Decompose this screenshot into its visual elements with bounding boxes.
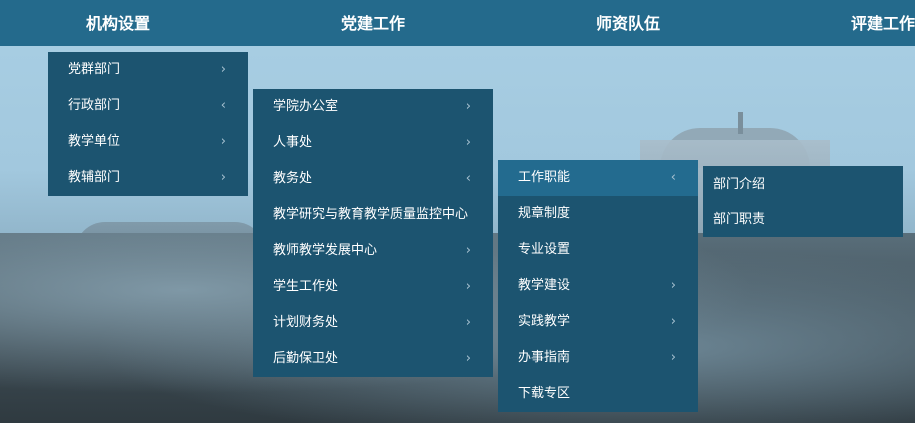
- menu-item-support-departments[interactable]: 教辅部门 ›: [48, 160, 248, 196]
- menu-item-label: 专业设置: [518, 242, 571, 257]
- chevron-right-icon: ›: [670, 278, 676, 293]
- menu-item-label: 后勤保卫处: [273, 351, 339, 366]
- menu-item-label: 教务处: [273, 171, 313, 186]
- menu-item-label: 教辅部门: [68, 170, 121, 185]
- menu-item-work-functions[interactable]: 工作职能 ‹: [498, 160, 698, 196]
- chevron-right-icon: ›: [670, 350, 676, 365]
- menu-item-label: 教学单位: [68, 134, 121, 149]
- chevron-right-icon: ›: [465, 99, 471, 114]
- menu-item-label: 教师教学发展中心: [273, 243, 378, 258]
- nav-item-party-building[interactable]: 党建工作: [341, 0, 405, 46]
- menu-item-label: 人事处: [273, 135, 313, 150]
- menu-item-college-office[interactable]: 学院办公室 ›: [253, 89, 493, 125]
- chevron-right-icon: ›: [465, 315, 471, 330]
- nav-item-faculty[interactable]: 师资队伍: [596, 0, 660, 46]
- menu-item-party-departments[interactable]: 党群部门 ›: [48, 52, 248, 88]
- menu-item-regulations[interactable]: 规章制度: [498, 196, 698, 232]
- chevron-right-icon: ›: [220, 170, 226, 185]
- menu-item-department-intro[interactable]: 部门介绍: [703, 166, 903, 201]
- menu-item-teaching-units[interactable]: 教学单位 ›: [48, 124, 248, 160]
- menu-item-label: 教学研究与教育教学质量监控中心: [273, 207, 469, 222]
- menu-item-academic-affairs[interactable]: 教务处 ‹: [253, 161, 493, 197]
- chevron-right-icon: ›: [220, 134, 226, 149]
- menu-item-label: 部门介绍: [713, 177, 766, 192]
- menu-item-finance[interactable]: 计划财务处 ›: [253, 305, 493, 341]
- menu-item-label: 工作职能: [518, 170, 571, 185]
- menu-item-label: 实践教学: [518, 314, 571, 329]
- menu-item-logistics-security[interactable]: 后勤保卫处 ›: [253, 341, 493, 377]
- menu-item-label: 办事指南: [518, 350, 571, 365]
- chevron-right-icon: ›: [465, 243, 471, 258]
- nav-item-org-setup[interactable]: 机构设置: [86, 0, 150, 46]
- menu-item-label: 党群部门: [68, 62, 121, 77]
- dropdown-menu-academic-affairs: 工作职能 ‹ 规章制度 专业设置 教学建设 › 实践教学 › 办事指南 › 下载…: [498, 160, 698, 412]
- chevron-left-icon: ‹: [465, 171, 471, 186]
- menu-item-label: 行政部门: [68, 98, 121, 113]
- menu-item-label: 下载专区: [518, 386, 571, 401]
- menu-item-label: 计划财务处: [273, 315, 339, 330]
- chevron-right-icon: ›: [670, 314, 676, 329]
- menu-item-service-guide[interactable]: 办事指南 ›: [498, 340, 698, 376]
- chevron-left-icon: ‹: [220, 98, 226, 113]
- chevron-right-icon: ›: [465, 351, 471, 366]
- menu-item-teaching-construction[interactable]: 教学建设 ›: [498, 268, 698, 304]
- chevron-right-icon: ›: [465, 279, 471, 294]
- menu-item-label: 规章制度: [518, 206, 571, 221]
- dropdown-menu-org-setup: 党群部门 › 行政部门 ‹ 教学单位 › 教辅部门 ›: [48, 52, 248, 196]
- menu-item-student-affairs[interactable]: 学生工作处 ›: [253, 269, 493, 305]
- menu-item-faculty-development-center[interactable]: 教师教学发展中心 ›: [253, 233, 493, 269]
- dropdown-menu-work-functions: 部门介绍 部门职责: [703, 166, 903, 237]
- menu-item-personnel[interactable]: 人事处 ›: [253, 125, 493, 161]
- chevron-right-icon: ›: [220, 62, 226, 77]
- menu-item-label: 学院办公室: [273, 99, 339, 114]
- menu-item-practical-teaching[interactable]: 实践教学 ›: [498, 304, 698, 340]
- spire: [738, 112, 743, 134]
- chevron-left-icon: ‹: [670, 170, 676, 185]
- menu-item-label: 部门职责: [713, 212, 766, 227]
- menu-item-label: 教学建设: [518, 278, 571, 293]
- chevron-right-icon: ›: [465, 135, 471, 150]
- menu-item-downloads[interactable]: 下载专区: [498, 376, 698, 412]
- dropdown-menu-admin-departments: 学院办公室 › 人事处 › 教务处 ‹ 教学研究与教育教学质量监控中心 教师教学…: [253, 89, 493, 377]
- menu-item-label: 学生工作处: [273, 279, 339, 294]
- top-navigation: 机构设置 党建工作 师资队伍 评建工作: [0, 0, 915, 46]
- menu-item-department-duties[interactable]: 部门职责: [703, 201, 903, 236]
- menu-item-admin-departments[interactable]: 行政部门 ‹: [48, 88, 248, 124]
- menu-item-major-settings[interactable]: 专业设置: [498, 232, 698, 268]
- menu-item-teaching-research-center[interactable]: 教学研究与教育教学质量监控中心: [253, 197, 493, 233]
- nav-item-evaluation[interactable]: 评建工作: [851, 0, 915, 46]
